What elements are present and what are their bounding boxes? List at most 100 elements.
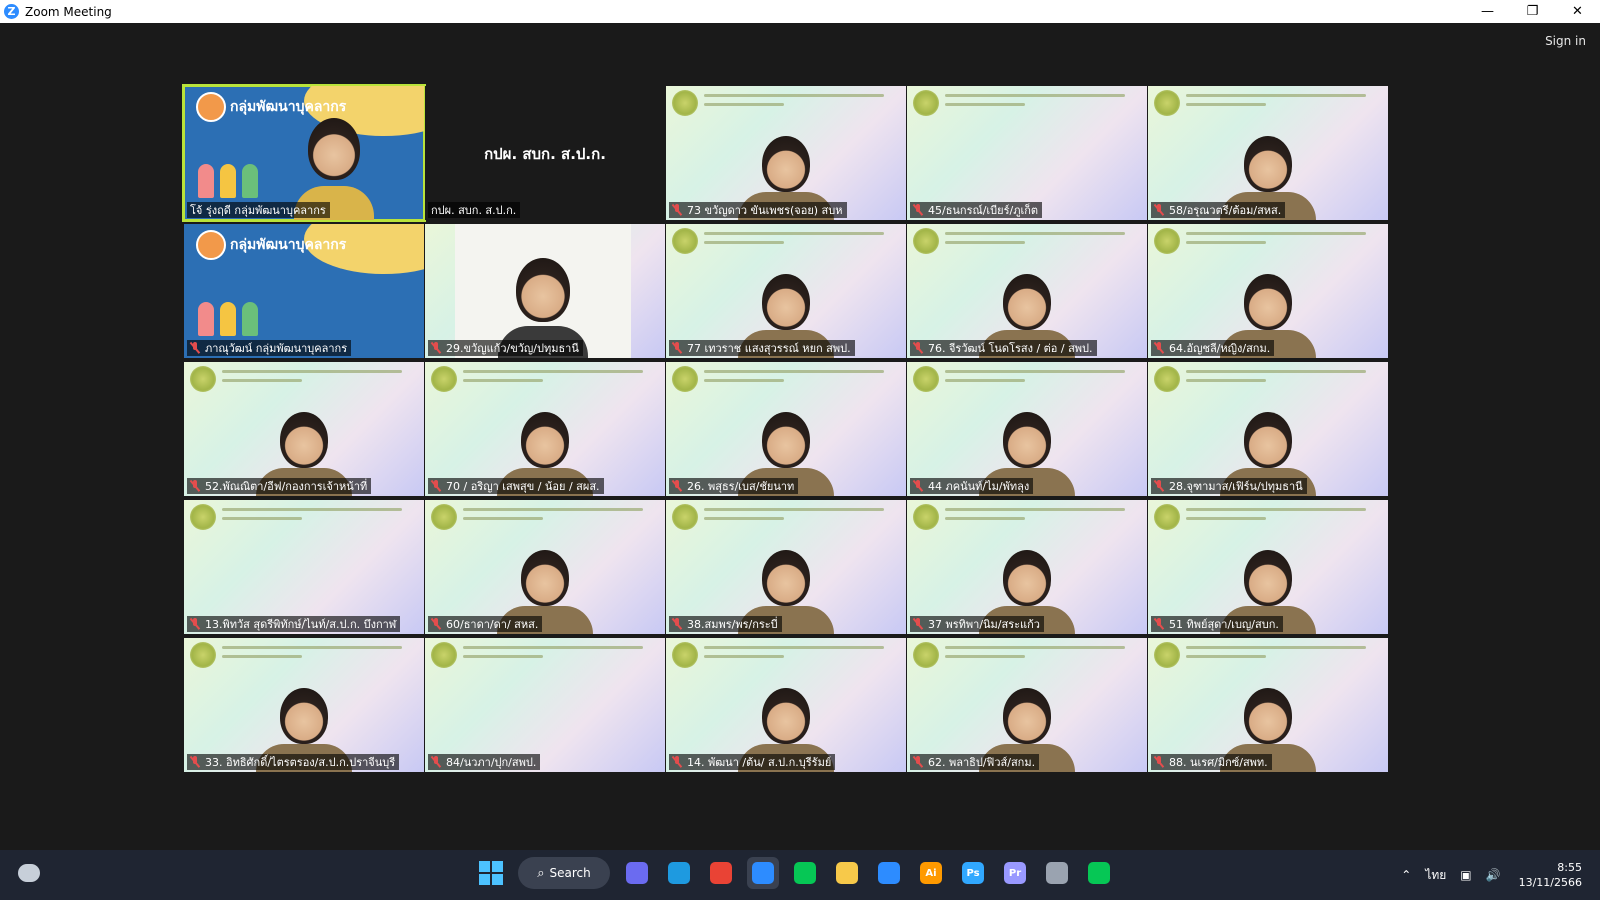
participant-name-label: 28.จุฑามาส/เฟิร์น/ปทุมธานี bbox=[1151, 478, 1307, 494]
seal-icon bbox=[913, 642, 939, 668]
background-text-line bbox=[945, 517, 1025, 520]
participant-tile[interactable]: 77 เทวราช แสงสุวรรณ์ หยก สพป. bbox=[666, 224, 906, 358]
mic-off-icon bbox=[672, 756, 682, 768]
background-text-line bbox=[704, 103, 784, 106]
virtual-background-header bbox=[672, 504, 900, 530]
participant-tile[interactable]: 88. นเรศ/มิกซ์/สพท. bbox=[1148, 638, 1388, 772]
background-text-line bbox=[945, 370, 1125, 373]
illustrator-icon[interactable]: Ai bbox=[915, 857, 947, 889]
participant-tile[interactable]: 14. พัฒนา /ต้น/ ส.ป.ก.บุรีรัมย์ bbox=[666, 638, 906, 772]
participant-name: 52.พัณณิตา/อีฟ/กองการเจ้าหน้าที่ bbox=[205, 480, 368, 493]
background-text-line bbox=[222, 517, 302, 520]
weather-icon[interactable] bbox=[18, 864, 40, 882]
edge-icon[interactable] bbox=[663, 857, 695, 889]
participant-tile[interactable]: 58/อรุณวตรี/ต้อม/สหส. bbox=[1148, 86, 1388, 220]
chevron-up-icon[interactable]: ⌃ bbox=[1401, 868, 1411, 882]
mic-off-icon bbox=[672, 342, 682, 354]
video-icon[interactable] bbox=[621, 857, 653, 889]
virtual-background-header bbox=[1154, 504, 1382, 530]
mic-off-icon bbox=[913, 480, 923, 492]
mic-off-icon bbox=[431, 480, 441, 492]
volume-icon[interactable]: 🔊 bbox=[1486, 868, 1501, 882]
participant-tile[interactable]: 29.ขวัญแก้ว/ขวัญ/ปทุมธานี bbox=[425, 224, 665, 358]
mic-off-icon bbox=[431, 342, 441, 354]
cartoon-kids-illustration bbox=[198, 296, 268, 336]
mic-off-icon bbox=[1154, 480, 1164, 492]
participant-tile[interactable]: 28.จุฑามาส/เฟิร์น/ปทุมธานี bbox=[1148, 362, 1388, 496]
participant-tile[interactable]: 76. จีรวัฒน์ โนดโรสง / ต่อ / สพป. bbox=[907, 224, 1147, 358]
calculator-icon[interactable] bbox=[1041, 857, 1073, 889]
folder-icon[interactable] bbox=[831, 857, 863, 889]
participant-name: 44 ภคนันท์/ไม/พัทลุง bbox=[928, 480, 1030, 493]
participant-tile[interactable]: 26. พสุธร/เบส/ชัยนาท bbox=[666, 362, 906, 496]
participant-name: 77 เทวราช แสงสุวรรณ์ หยก สพป. bbox=[687, 342, 851, 355]
participant-tile[interactable]: 70 / อริญา เสพสุข / น้อย / สผส. bbox=[425, 362, 665, 496]
participant-tile[interactable]: กลุ่มพัฒนาบุคลากร ภาณุวัฒน์ กลุ่มพัฒนาบุค… bbox=[184, 224, 424, 358]
seal-icon bbox=[672, 90, 698, 116]
background-text-line bbox=[945, 232, 1125, 235]
zoom-icon[interactable] bbox=[747, 857, 779, 889]
line-icon[interactable] bbox=[1083, 857, 1115, 889]
participant-name: 58/อรุณวตรี/ต้อม/สหส. bbox=[1169, 204, 1282, 217]
participant-tile[interactable]: 73 ขวัญดาว ขันเพชร(จอย) สบห bbox=[666, 86, 906, 220]
participant-name-label: 45/ธนกรณ์/เบียร์/ภูเก็ต bbox=[910, 202, 1043, 218]
participant-name: 76. จีรวัฒน์ โนดโรสง / ต่อ / สพป. bbox=[928, 342, 1093, 355]
premiere-icon[interactable]: Pr bbox=[999, 857, 1031, 889]
background-text-line bbox=[1186, 655, 1266, 658]
background-text-line bbox=[222, 379, 302, 382]
seal-icon bbox=[672, 228, 698, 254]
participant-tile[interactable]: 38.สมพร/พร/กระบี่ bbox=[666, 500, 906, 634]
clock[interactable]: 8:55 13/11/2566 bbox=[1519, 860, 1582, 890]
virtual-background-header bbox=[913, 90, 1141, 116]
virtual-background-header bbox=[913, 642, 1141, 668]
participant-name-label: 14. พัฒนา /ต้น/ ส.ป.ก.บุรีรัมย์ bbox=[669, 754, 836, 770]
background-text-line bbox=[704, 94, 884, 97]
line-icon[interactable] bbox=[789, 857, 821, 889]
participant-tile[interactable]: 52.พัณณิตา/อีฟ/กองการเจ้าหน้าที่ bbox=[184, 362, 424, 496]
participant-name-label: 29.ขวัญแก้ว/ขวัญ/ปทุมธานี bbox=[428, 340, 583, 356]
photoshop-icon[interactable]: Ps bbox=[957, 857, 989, 889]
participant-tile[interactable]: 37 พรทิพา/นิม/สระแก้ว bbox=[907, 500, 1147, 634]
seal-icon bbox=[913, 504, 939, 530]
windows-icon[interactable] bbox=[475, 857, 507, 889]
background-text-line bbox=[1186, 241, 1266, 244]
search-icon: ⌕ bbox=[537, 865, 545, 881]
premiere-icon-glyph: Pr bbox=[1004, 862, 1026, 884]
participant-tile[interactable]: 84/นวภา/ปุก/สพป. bbox=[425, 638, 665, 772]
virtual-background-header bbox=[190, 642, 418, 668]
network-icon[interactable]: ▣ bbox=[1460, 868, 1471, 882]
participant-name-label: 44 ภคนันท์/ไม/พัทลุง bbox=[910, 478, 1034, 494]
participant-tile[interactable]: 60/ธาดา/ดา/ สหส. bbox=[425, 500, 665, 634]
mic-off-icon bbox=[190, 756, 200, 768]
participant-tile[interactable]: กปผ. สบก. ส.ป.ก. กปผ. สบก. ส.ป.ก. bbox=[425, 86, 665, 220]
participant-name-label: 64.อัญชลี/หญิง/สกม. bbox=[1151, 340, 1275, 356]
participant-tile[interactable]: 45/ธนกรณ์/เบียร์/ภูเก็ต bbox=[907, 86, 1147, 220]
background-text-line bbox=[704, 508, 884, 511]
input-language[interactable]: ไทย bbox=[1425, 866, 1446, 885]
mic-off-icon bbox=[1154, 756, 1164, 768]
cartoon-kids-illustration bbox=[198, 158, 268, 198]
participant-tile[interactable]: กลุ่มพัฒนาบุคลากร โจ้ รุ่งฤดี กลุ่มพัฒนาบ… bbox=[182, 84, 426, 222]
mic-off-icon bbox=[913, 342, 923, 354]
background-text-line bbox=[1186, 517, 1266, 520]
participant-name-label: 76. จีรวัฒน์ โนดโรสง / ต่อ / สพป. bbox=[910, 340, 1097, 356]
seal-icon bbox=[913, 366, 939, 392]
three-icon[interactable] bbox=[873, 857, 905, 889]
background-text-line bbox=[704, 241, 784, 244]
participant-tile[interactable]: 64.อัญชลี/หญิง/สกม. bbox=[1148, 224, 1388, 358]
background-text-line bbox=[1186, 508, 1366, 511]
participant-name: 26. พสุธร/เบส/ชัยนาท bbox=[687, 480, 795, 493]
cartoon-kid bbox=[242, 164, 258, 198]
participant-tile[interactable]: 51 ทิพย์สุดา/เบญ/สบก. bbox=[1148, 500, 1388, 634]
folder-icon-glyph bbox=[836, 862, 858, 884]
background-text-line bbox=[704, 379, 784, 382]
chrome-icon[interactable] bbox=[705, 857, 737, 889]
background-text-line bbox=[945, 646, 1125, 649]
participant-name-label: 88. นเรศ/มิกซ์/สพท. bbox=[1151, 754, 1272, 770]
participant-tile[interactable]: 44 ภคนันท์/ไม/พัทลุง bbox=[907, 362, 1147, 496]
participant-tile[interactable]: 13.พิทวัส สุดรีพิทักษ์/ไนท์/ส.ป.ก. บึงกา… bbox=[184, 500, 424, 634]
cartoon-kid bbox=[220, 164, 236, 198]
participant-tile[interactable]: 33. อิทธิศักดิ์/ไตรตรอง/ส.ป.ก.ปราจีนบุรี bbox=[184, 638, 424, 772]
participant-tile[interactable]: 62. พลาธิป/ฟิวส์/สกม. bbox=[907, 638, 1147, 772]
taskbar-search[interactable]: ⌕ Search bbox=[518, 857, 610, 889]
